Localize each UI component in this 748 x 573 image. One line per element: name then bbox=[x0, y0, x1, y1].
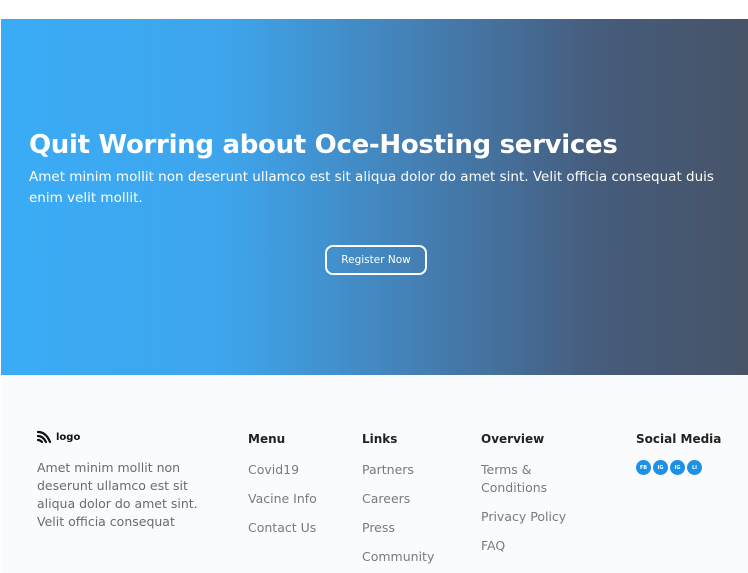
logo-icon bbox=[37, 430, 52, 444]
footer-description: Amet minim mollit non deserunt ullamco e… bbox=[37, 460, 198, 529]
footer-overview-column: Overview Terms & Conditions Privacy Poli… bbox=[481, 432, 581, 566]
footer-menu-column: Menu Covid19 Vacine Info Contact Us bbox=[248, 432, 317, 548]
links-title: Links bbox=[362, 432, 398, 446]
overview-link-faq[interactable]: FAQ bbox=[481, 537, 581, 555]
register-now-button[interactable]: Register Now bbox=[325, 245, 427, 275]
menu-link-contact-us[interactable]: Contact Us bbox=[248, 519, 317, 537]
links-link-careers[interactable]: Careers bbox=[362, 490, 434, 508]
facebook-icon[interactable]: FB bbox=[636, 460, 651, 475]
menu-link-vaccine-info[interactable]: Vacine Info bbox=[248, 490, 317, 508]
overview-link-terms[interactable]: Terms & Conditions bbox=[481, 461, 581, 497]
social-title: Social Media bbox=[636, 432, 722, 446]
instagram-icon[interactable]: IG bbox=[670, 460, 685, 475]
site-footer: logo Amet minim mollit non deserunt ulla… bbox=[1, 375, 748, 573]
footer-logo[interactable]: logo bbox=[37, 429, 80, 445]
hero-subtitle: Amet minim mollit non deserunt ullamco e… bbox=[29, 169, 714, 206]
instagram-icon[interactable]: IG bbox=[653, 460, 668, 475]
hero-banner: Quit Worring about Oce-Hosting services … bbox=[1, 19, 748, 375]
links-link-community[interactable]: Community bbox=[362, 548, 434, 566]
footer-links-column: Links Partners Careers Press Community bbox=[362, 432, 434, 573]
overview-link-privacy[interactable]: Privacy Policy bbox=[481, 508, 581, 526]
overview-title: Overview bbox=[481, 432, 545, 446]
hero-title: Quit Worring about Oce-Hosting services bbox=[29, 130, 618, 160]
menu-link-covid19[interactable]: Covid19 bbox=[248, 461, 317, 479]
links-link-press[interactable]: Press bbox=[362, 519, 434, 537]
linkedin-icon[interactable]: LI bbox=[687, 460, 702, 475]
footer-social-column: Social Media FB IG IG LI bbox=[636, 432, 721, 475]
links-link-partners[interactable]: Partners bbox=[362, 461, 434, 479]
menu-title: Menu bbox=[248, 432, 286, 446]
social-icons: FB IG IG LI bbox=[636, 460, 721, 475]
logo-text: logo bbox=[56, 431, 81, 443]
